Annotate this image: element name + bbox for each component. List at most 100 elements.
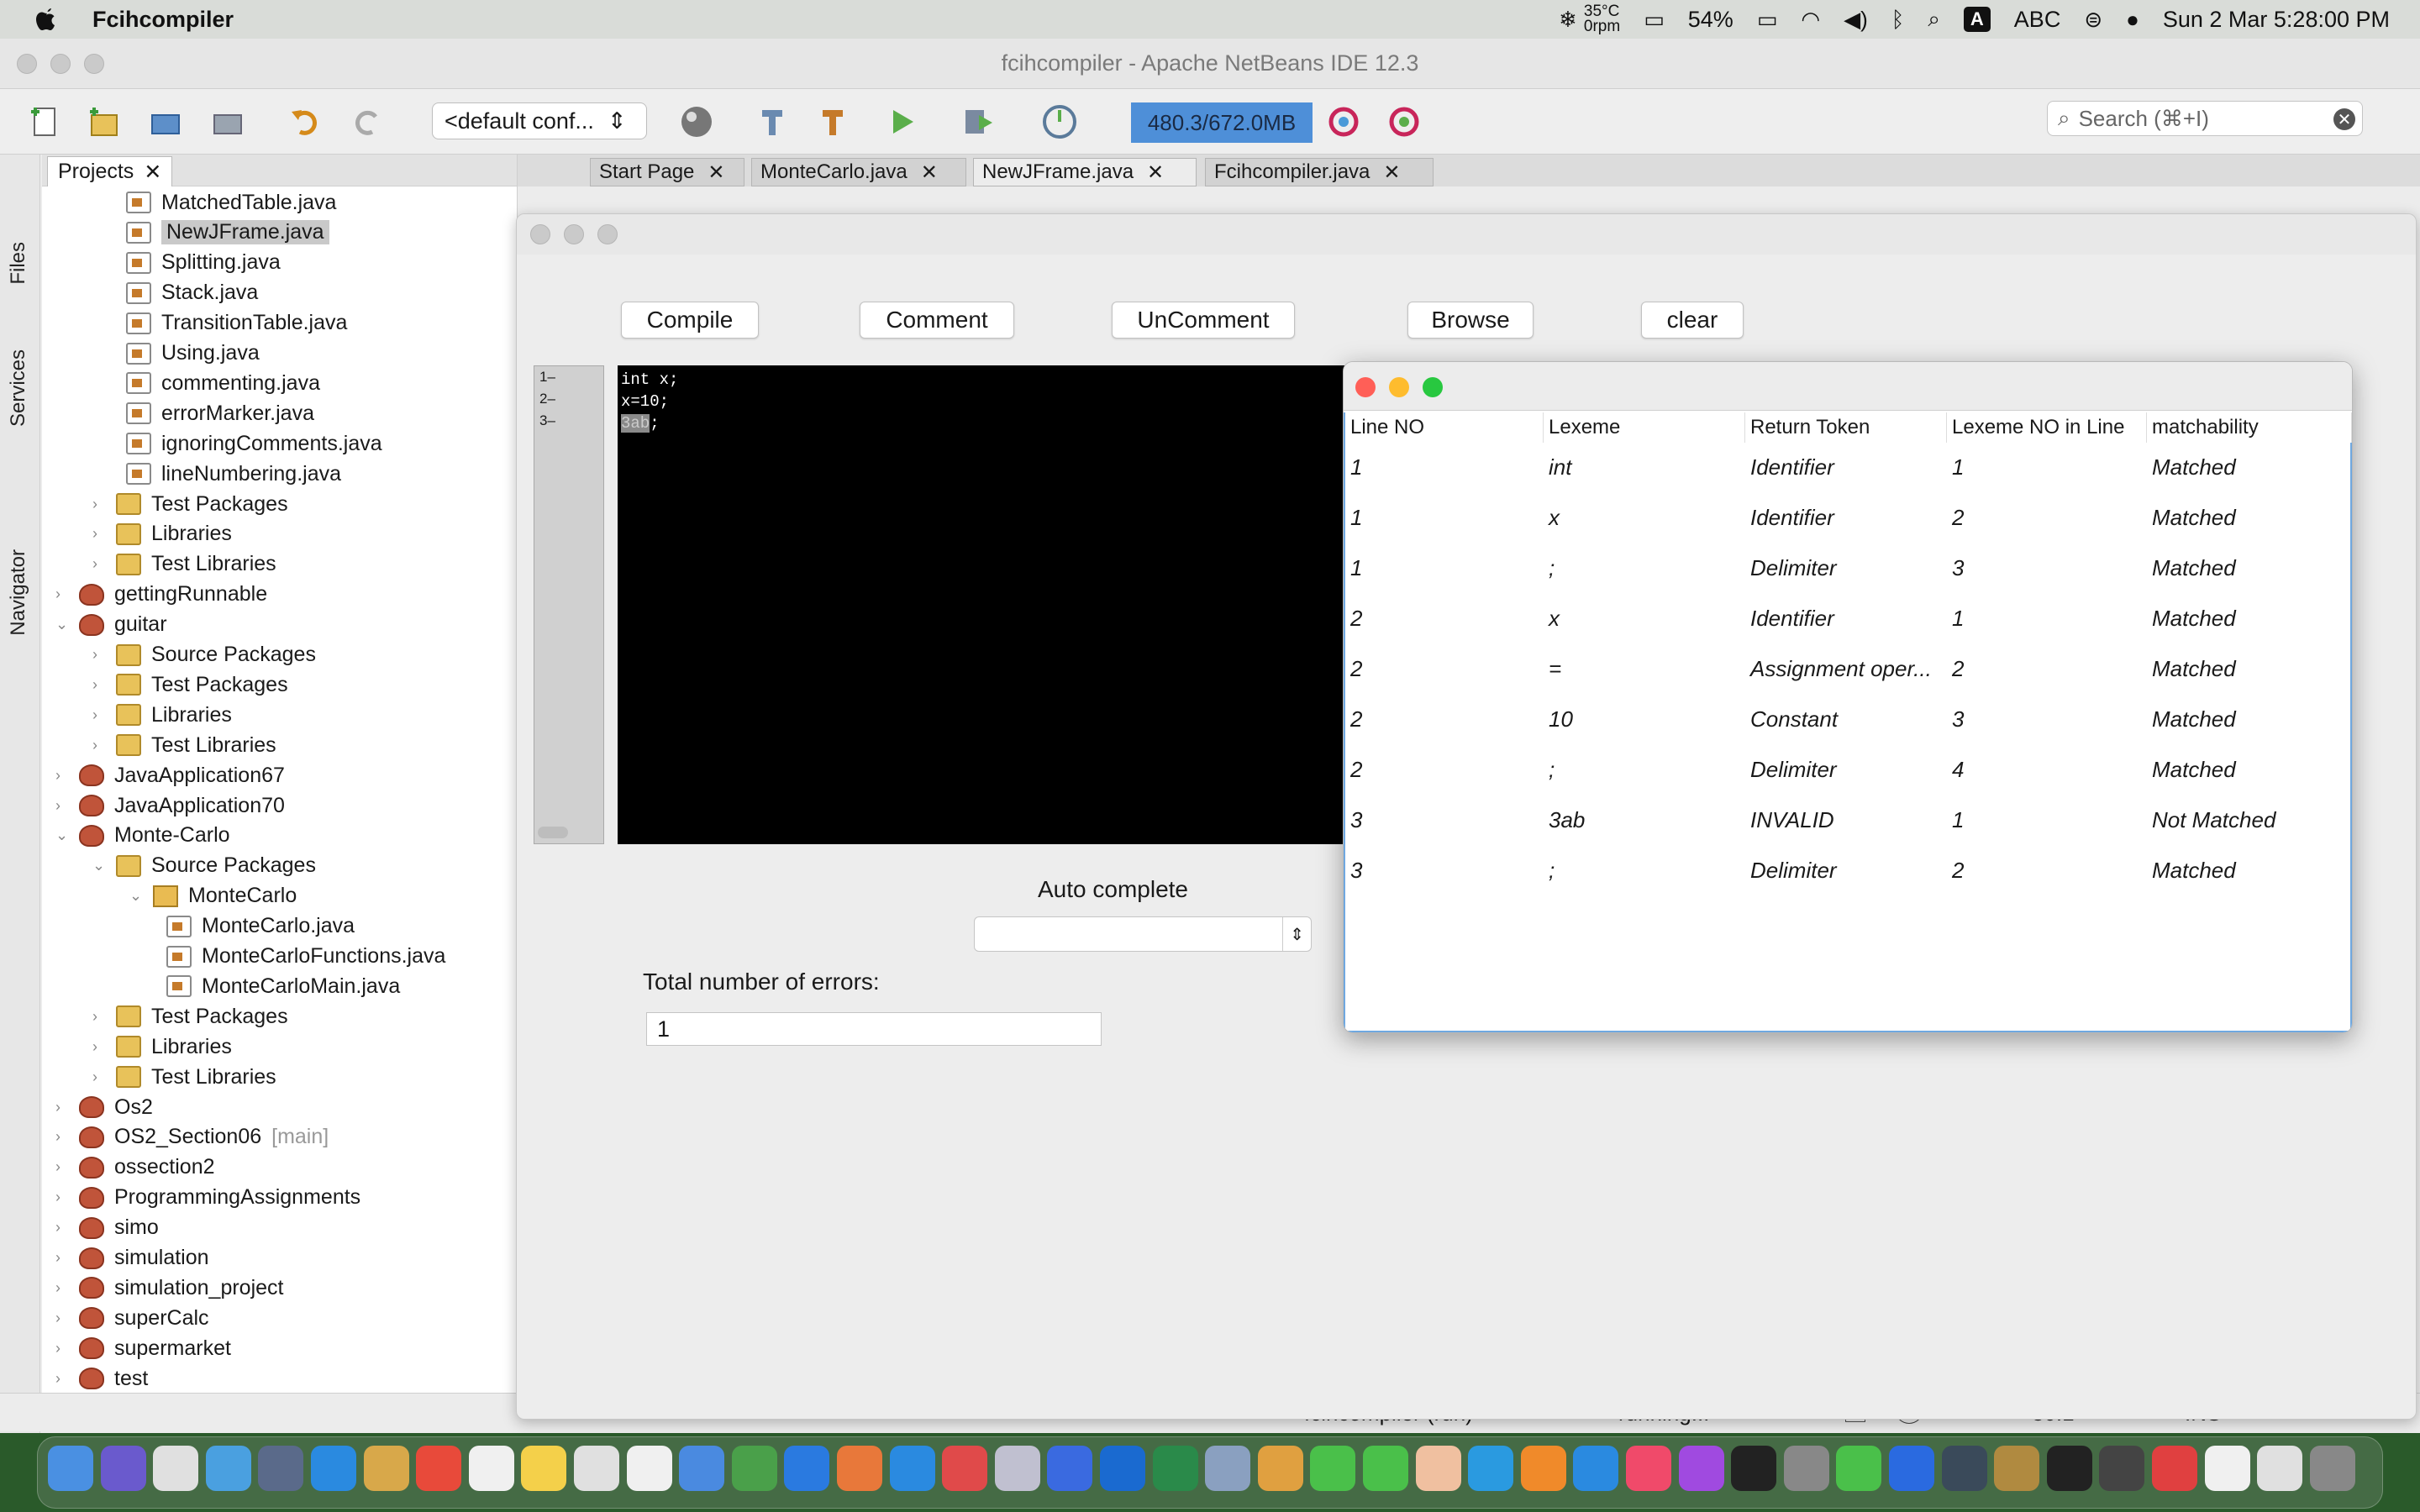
dock-app-icon[interactable] — [784, 1446, 830, 1491]
chevron-right-icon[interactable]: › — [55, 797, 69, 815]
column-header[interactable]: Lexeme NO in Line — [1947, 412, 2147, 443]
tree-item[interactable]: › superCalc — [55, 1304, 209, 1332]
tree-item[interactable]: › ossection2 — [55, 1153, 215, 1182]
dock-app-icon[interactable] — [994, 1446, 1040, 1491]
tree-item[interactable]: › simo — [55, 1214, 159, 1242]
uncomment-button[interactable]: UnComment — [1112, 302, 1295, 339]
dock-app-icon[interactable] — [2204, 1446, 2250, 1491]
dock-app-icon[interactable] — [679, 1446, 725, 1491]
display-icon[interactable]: ▭ — [1644, 7, 1665, 33]
tree-item[interactable]: › test — [55, 1364, 148, 1393]
table-row[interactable]: 1; Delimiter 3 Matched — [1345, 555, 2350, 589]
dock-app-icon[interactable] — [1415, 1446, 1461, 1491]
dock-app-icon[interactable] — [2099, 1446, 2145, 1491]
dock-app-icon[interactable] — [889, 1446, 935, 1491]
table-row[interactable]: 3; Delimiter 2 Matched — [1345, 858, 2350, 891]
fan-status[interactable]: ❄ 35°C 0rpm — [1559, 3, 1620, 34]
compile-button[interactable]: Compile — [621, 302, 759, 339]
search-icon[interactable]: ⌕ — [1928, 6, 1940, 33]
redo-icon[interactable] — [346, 101, 388, 143]
dock-app-icon[interactable] — [1783, 1446, 1829, 1491]
table-row[interactable]: 2 x Identifier 1 Matched — [1345, 606, 2350, 639]
dock-app-icon[interactable] — [1363, 1446, 1408, 1491]
chevron-right-icon[interactable]: › — [55, 1128, 69, 1146]
close-button[interactable] — [530, 224, 550, 244]
undo-icon[interactable] — [284, 101, 326, 143]
chevron-down-icon[interactable]: ⌄ — [55, 616, 69, 633]
chevron-right-icon[interactable]: › — [55, 1099, 69, 1116]
dock-app-icon[interactable] — [468, 1446, 514, 1491]
battery-icon[interactable]: ▭ — [1757, 7, 1778, 33]
memory-indicator[interactable]: 480.3/672.0MB — [1131, 102, 1313, 143]
tree-item[interactable]: › JavaApplication70 — [55, 791, 285, 820]
table-row[interactable]: 1 x Identifier 2 Matched — [1345, 505, 2350, 538]
tab-montecarlo[interactable]: MonteCarlo.java ✕ — [751, 158, 966, 186]
dock-app-icon[interactable] — [626, 1446, 672, 1491]
tree-item[interactable]: lineNumbering.java — [126, 459, 341, 488]
tree-item[interactable]: ignoringComments.java — [126, 429, 382, 458]
tree-item[interactable]: › Libraries — [92, 1032, 232, 1061]
chevron-right-icon[interactable]: › — [92, 676, 106, 694]
errors-count-field[interactable]: 1 — [646, 1012, 1102, 1046]
tab-newjframe[interactable]: NewJFrame.java ✕ — [973, 158, 1197, 186]
app-menu-name[interactable]: Fcihcompiler — [92, 7, 234, 33]
debug-icon[interactable] — [958, 101, 1000, 143]
chevron-right-icon[interactable]: › — [92, 737, 106, 754]
dock-app-icon[interactable] — [1678, 1446, 1724, 1491]
dock-app-icon[interactable] — [153, 1446, 199, 1491]
close-button[interactable] — [1355, 377, 1376, 397]
dock-app-icon[interactable] — [1152, 1446, 1198, 1491]
chevron-right-icon[interactable]: › — [92, 1008, 106, 1026]
dock-app-icon[interactable] — [2309, 1446, 2355, 1491]
clean-build-icon[interactable] — [812, 101, 854, 143]
column-header[interactable]: Return Token — [1745, 412, 1947, 443]
chevron-right-icon[interactable]: › — [55, 1310, 69, 1327]
auto-complete-combobox[interactable]: ⇕ — [974, 916, 1312, 952]
dock-app-icon[interactable] — [363, 1446, 409, 1491]
apple-icon[interactable] — [30, 3, 64, 36]
dock-app-icon[interactable] — [1100, 1446, 1145, 1491]
clear-search-icon[interactable]: ✕ — [2333, 108, 2355, 130]
build-icon[interactable] — [751, 101, 793, 143]
chevron-right-icon[interactable]: › — [92, 706, 106, 724]
tree-item[interactable]: ⌄ guitar — [55, 611, 167, 639]
chevron-right-icon[interactable]: › — [92, 1038, 106, 1056]
input-source-badge[interactable]: A — [1963, 7, 1991, 32]
chevron-right-icon[interactable]: › — [55, 1219, 69, 1236]
tree-item[interactable]: MonteCarloFunctions.java — [166, 942, 445, 971]
dock-app-icon[interactable] — [1941, 1446, 1987, 1491]
dock-app-icon[interactable] — [311, 1446, 356, 1491]
horizontal-scrollbar[interactable] — [538, 827, 568, 838]
dock-app-icon[interactable] — [1257, 1446, 1303, 1491]
minimize-button[interactable] — [564, 224, 584, 244]
dock-app-icon[interactable] — [574, 1446, 619, 1491]
new-project-icon[interactable] — [82, 101, 124, 143]
tree-item[interactable]: › Test Packages — [92, 670, 288, 699]
profile-icon[interactable] — [1039, 101, 1081, 143]
chevron-right-icon[interactable]: › — [92, 555, 106, 573]
table-row[interactable]: 2; Delimiter 4 Matched — [1345, 757, 2350, 790]
zoom-button[interactable] — [597, 224, 618, 244]
bluetooth-icon[interactable]: ᛒ — [1891, 7, 1905, 33]
tree-item[interactable]: MatchedTable.java — [126, 188, 336, 217]
tree-item[interactable]: › JavaApplication67 — [55, 761, 285, 790]
dock-app-icon[interactable] — [1310, 1446, 1356, 1491]
chevron-right-icon[interactable]: › — [55, 1279, 69, 1297]
dock-app-icon[interactable] — [1047, 1446, 1093, 1491]
siri-icon[interactable]: ● — [2126, 7, 2139, 33]
tree-item[interactable]: MonteCarlo.java — [166, 912, 355, 941]
dock-app-icon[interactable] — [416, 1446, 462, 1491]
chevron-right-icon[interactable]: › — [55, 1158, 69, 1176]
clock[interactable]: Sun 2 Mar 5:28:00 PM — [2163, 7, 2390, 33]
dock-app-icon[interactable] — [205, 1446, 251, 1491]
search-field[interactable]: ⌕ Search (⌘+I) ✕ — [2047, 101, 2363, 136]
config-select[interactable]: <default conf... ⇕ — [432, 102, 647, 139]
tree-item[interactable]: › simulation — [55, 1244, 209, 1273]
chevron-right-icon[interactable]: › — [92, 646, 106, 664]
dock-app-icon[interactable] — [258, 1446, 304, 1491]
dock-app-icon[interactable] — [1836, 1446, 1882, 1491]
close-icon[interactable]: ✕ — [921, 160, 938, 185]
volume-icon[interactable]: ◀) — [1844, 7, 1868, 33]
tree-item[interactable]: › Test Packages — [92, 1002, 288, 1031]
chevron-right-icon[interactable]: › — [55, 1189, 69, 1206]
